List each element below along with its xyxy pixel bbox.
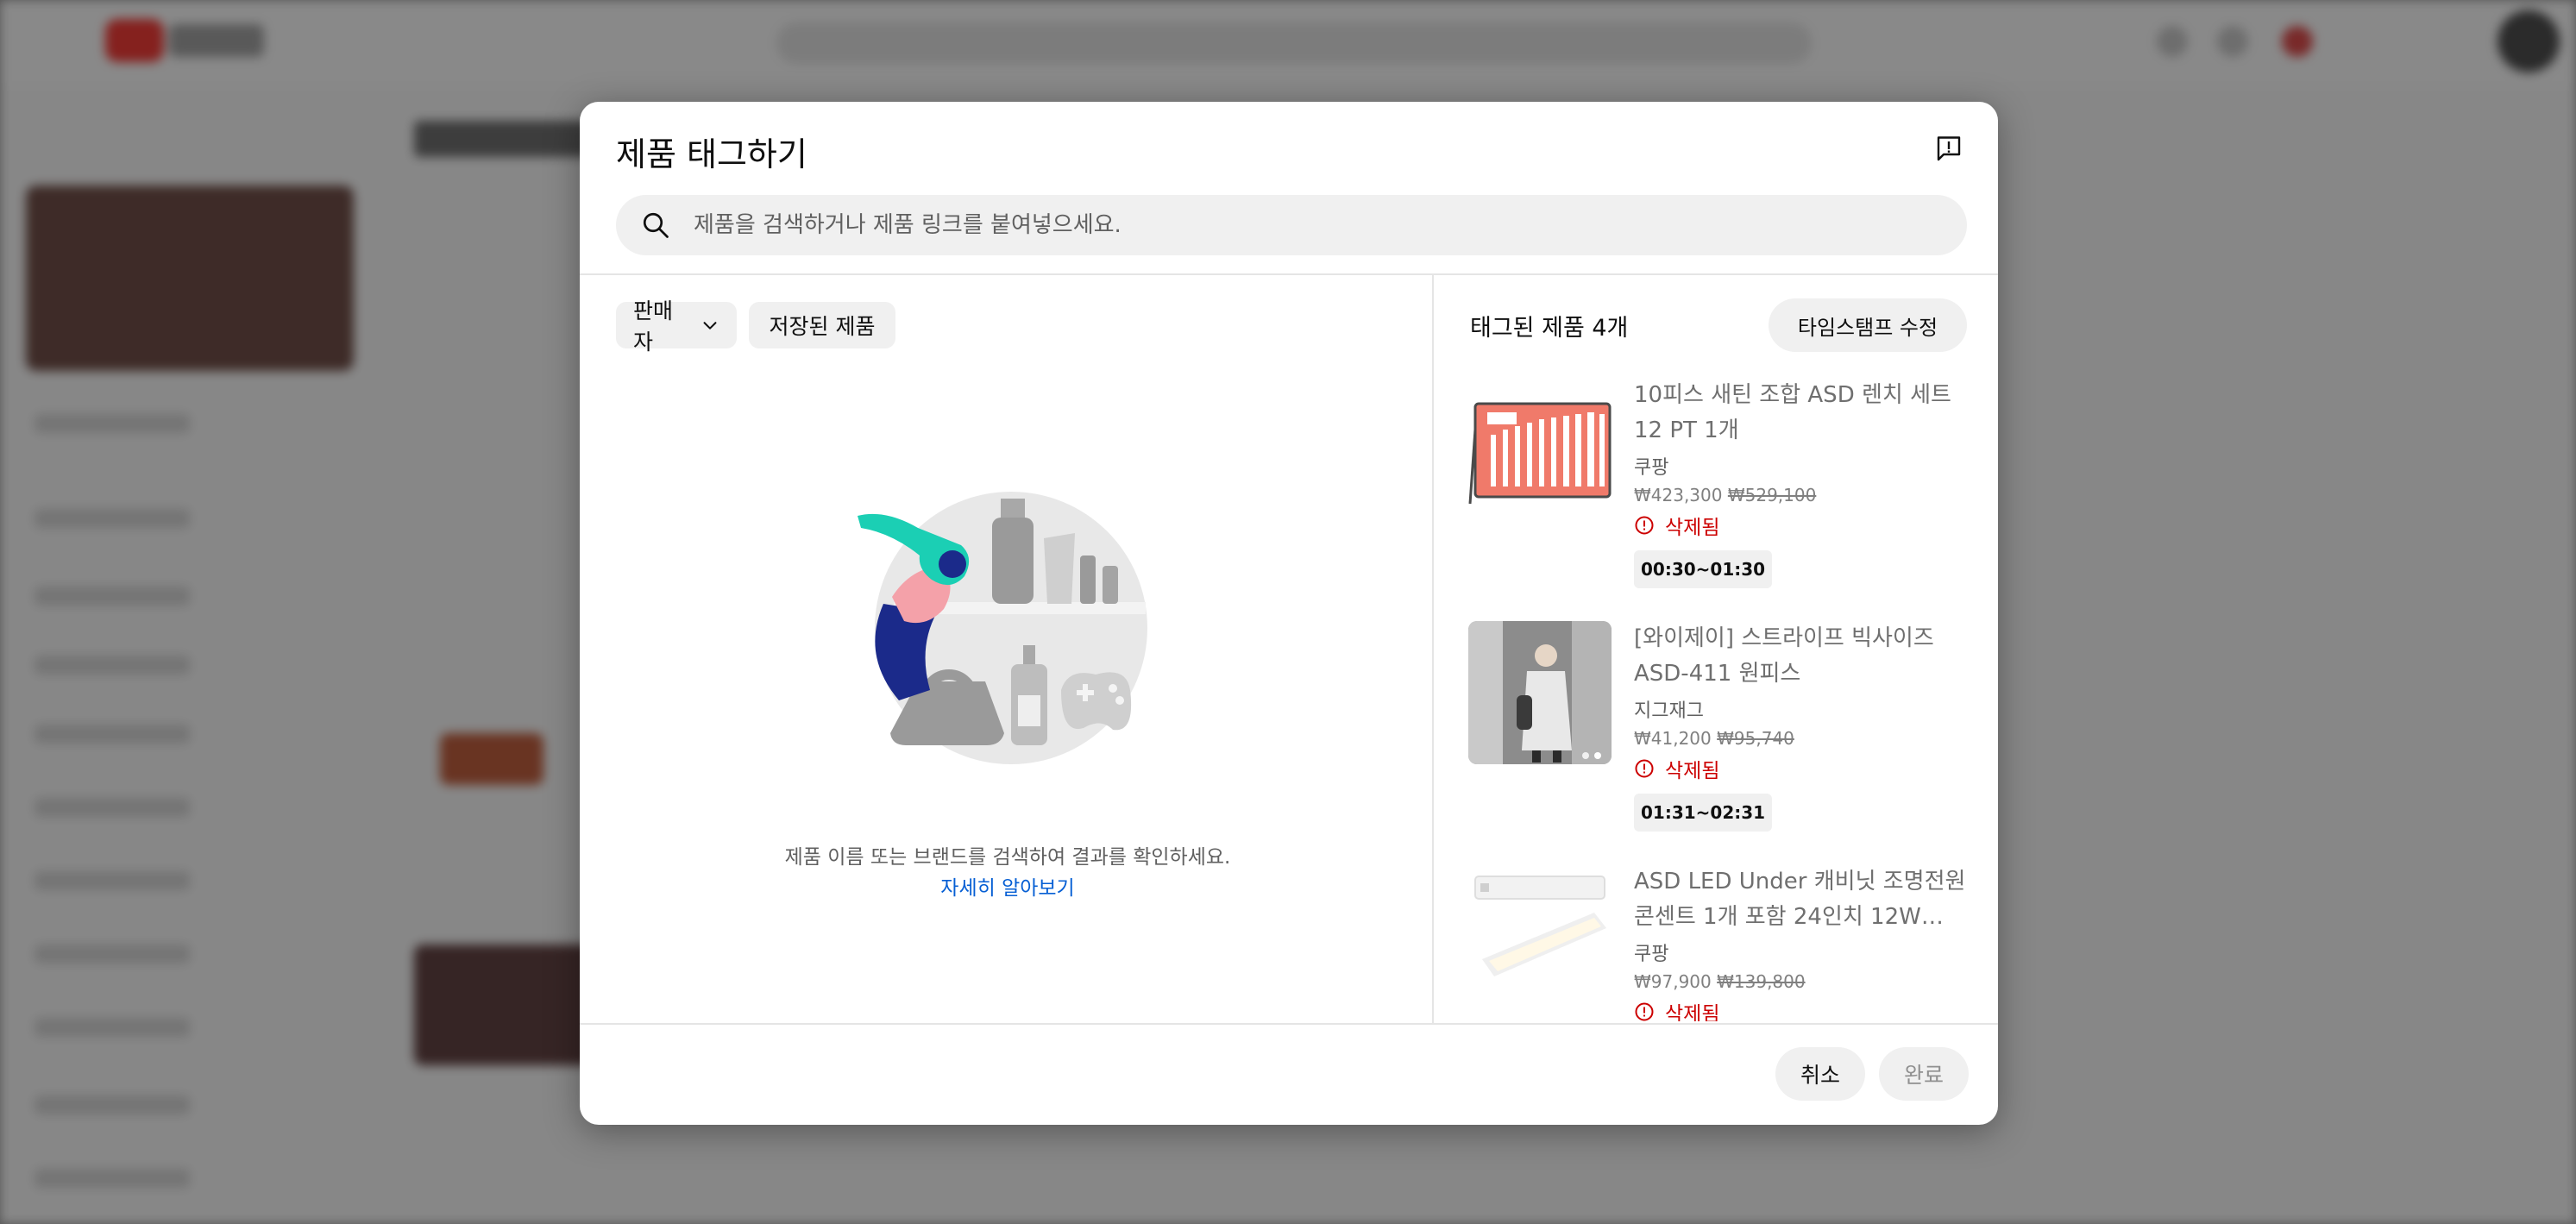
seller-filter-label: 판매자 [633, 298, 674, 355]
product-search-box[interactable] [616, 195, 1967, 255]
tagged-products-list: 10피스 새틴 조합 ASD 렌치 세트 12 PT 1개 쿠팡 ₩423,30… [1468, 378, 1977, 1021]
product-prices: ₩97,900 ₩139,800 [1634, 971, 1970, 992]
product-original-price: ₩529,100 [1727, 485, 1817, 505]
divider [580, 1023, 1998, 1025]
tagged-product-item[interactable]: ASD LED Under 캐비닛 조명전원 콘센트 1개 포함 24인치 12… [1468, 864, 1977, 1021]
product-thumbnail [1468, 621, 1612, 764]
product-price: ₩41,200 [1634, 728, 1712, 749]
chevron-down-icon [701, 316, 719, 335]
edit-timestamps-button[interactable]: 타임스탬프 수정 [1769, 298, 1967, 352]
product-store: 쿠팡 [1634, 944, 1669, 965]
seller-filter-dropdown[interactable]: 판매자 [616, 298, 737, 355]
product-store: 쿠팡 [1634, 457, 1669, 479]
product-prices: ₩41,200 ₩95,740 [1634, 728, 1970, 749]
product-status: 삭제됨 [1634, 754, 1970, 783]
search-icon [638, 208, 673, 242]
cancel-button[interactable]: 취소 [1775, 1047, 1865, 1101]
product-timestamp: 01:31~02:31 [1634, 794, 1773, 832]
warning-icon [1634, 1001, 1655, 1021]
product-store: 지그재그 [1634, 700, 1704, 722]
product-status-label: 삭제됨 [1665, 760, 1720, 782]
tagged-product-item[interactable]: 10피스 새틴 조합 ASD 렌치 세트 12 PT 1개 쿠팡 ₩423,30… [1468, 378, 1977, 621]
pane-divider [1432, 275, 1434, 1024]
dialog-title: 제품 태그하기 [616, 135, 807, 173]
report-button[interactable] [1926, 128, 1972, 174]
done-button[interactable]: 완료 [1879, 1047, 1969, 1101]
product-original-price: ₩95,740 [1717, 728, 1794, 749]
product-price: ₩97,900 [1634, 971, 1712, 992]
learn-more-link[interactable]: 자세히 알아보기 [616, 871, 1399, 901]
divider [580, 273, 1998, 275]
saved-products-chip[interactable]: 저장된 제품 [749, 302, 895, 348]
product-status-label: 삭제됨 [1665, 517, 1720, 539]
product-price: ₩423,300 [1634, 485, 1723, 505]
product-status-label: 삭제됨 [1665, 1003, 1720, 1021]
tagged-product-item[interactable]: [와이제이] 스트라이프 빅사이즈 ASD-411 원피스 지그재그 ₩41,2… [1468, 621, 1977, 864]
tagged-products-count: 태그된 제품 4개 [1470, 315, 1629, 342]
product-status: 삭제됨 [1634, 997, 1970, 1021]
product-name: ASD LED Under 캐비닛 조명전원 콘센트 1개 포함 24인치 12… [1634, 869, 1966, 930]
feedback-icon [1933, 134, 1964, 168]
product-name: [와이제이] 스트라이프 빅사이즈 ASD-411 원피스 [1634, 625, 1934, 687]
saved-products-label: 저장된 제품 [769, 314, 876, 339]
warning-icon [1634, 515, 1655, 536]
empty-shopping-illustration [858, 483, 1151, 776]
empty-state-message: 제품 이름 또는 브랜드를 검색하여 결과를 확인하세요. [784, 846, 1231, 869]
product-prices: ₩423,300 ₩529,100 [1634, 485, 1970, 505]
product-search-input[interactable] [692, 211, 1967, 239]
product-thumbnail [1468, 864, 1612, 1007]
product-timestamp: 00:30~01:30 [1634, 550, 1773, 588]
product-original-price: ₩139,800 [1717, 971, 1806, 992]
warning-icon [1634, 758, 1655, 779]
product-name: 10피스 새틴 조합 ASD 렌치 세트 12 PT 1개 [1634, 382, 1951, 443]
product-status: 삭제됨 [1634, 511, 1970, 540]
tag-products-dialog: 제품 태그하기 판매자 저장된 제품 [580, 102, 1998, 1125]
product-thumbnail [1468, 378, 1612, 521]
